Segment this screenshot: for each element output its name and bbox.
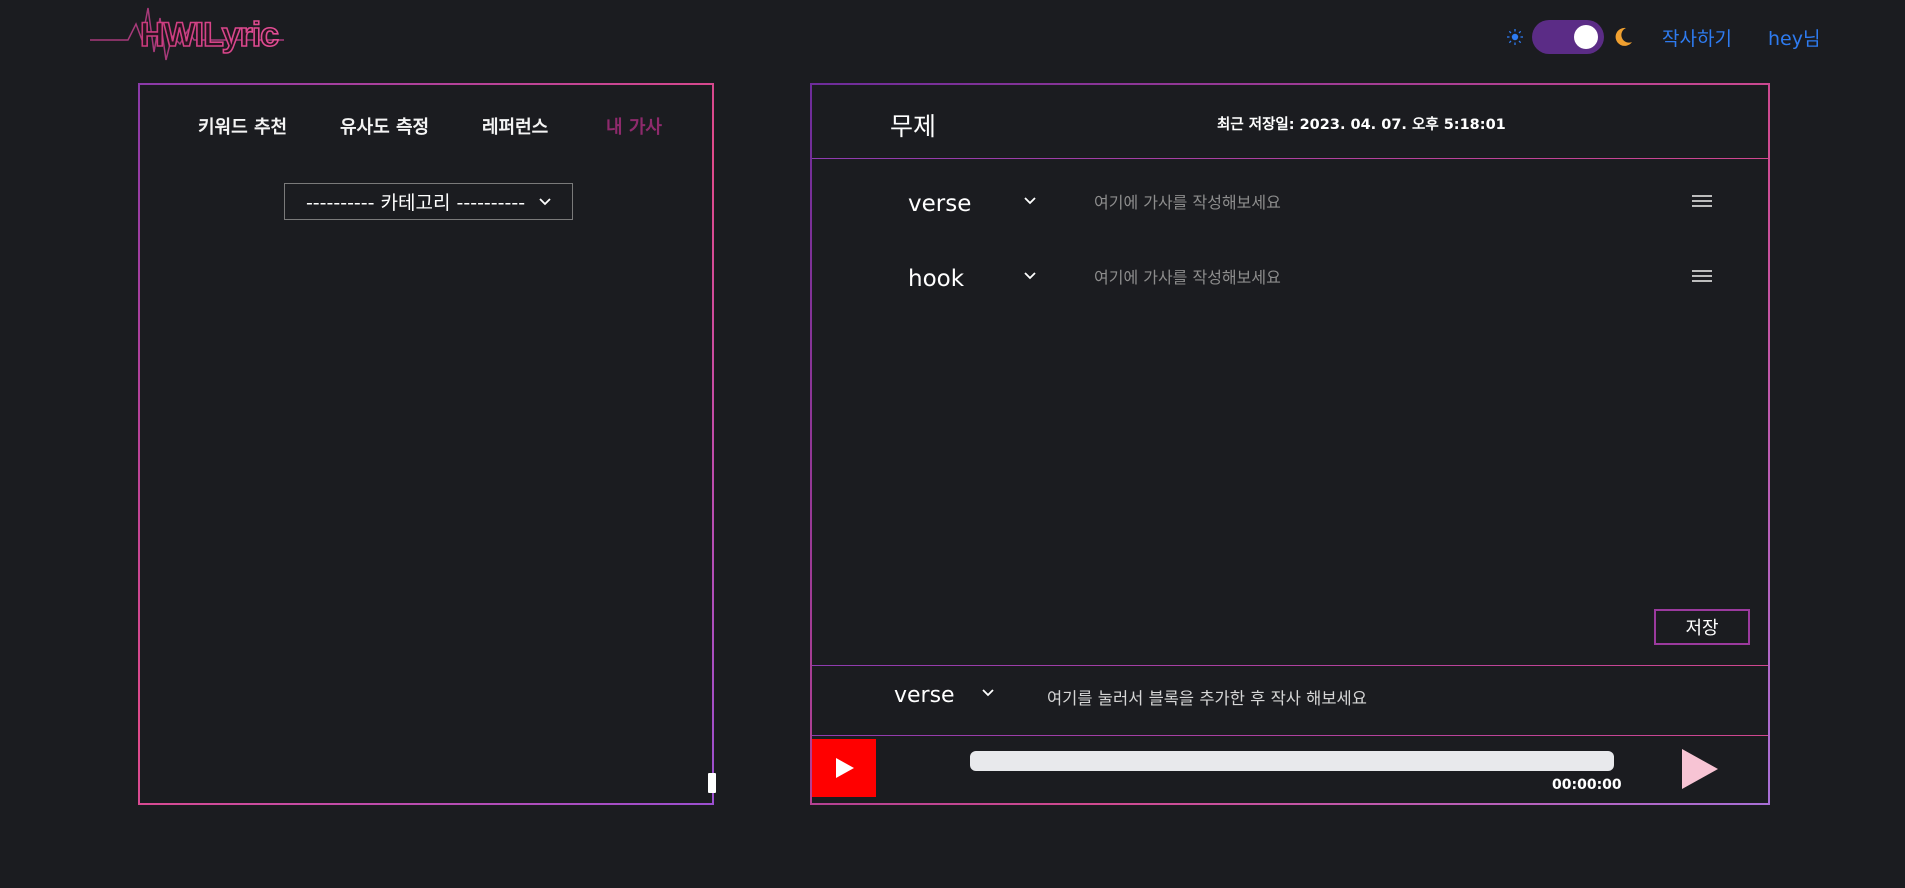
toggle-knob xyxy=(1574,25,1598,49)
logo-text: HWILyric xyxy=(140,16,278,54)
lyric-input[interactable] xyxy=(1094,189,1654,215)
write-lyrics-link[interactable]: 작사하기 xyxy=(1662,24,1732,51)
chevron-down-icon xyxy=(539,197,551,205)
dark-mode-toggle[interactable] xyxy=(1532,20,1604,54)
logo-graphic: HWILyric xyxy=(90,7,284,61)
user-menu-link[interactable]: hey님 xyxy=(1768,24,1820,51)
add-block-hint[interactable]: 여기를 눌러서 블록을 추가한 후 작사 해보세요 xyxy=(1047,685,1367,709)
lyric-block: hook xyxy=(812,260,1768,300)
lyric-block: verse xyxy=(812,185,1768,225)
side-panel-tabs: 키워드 추천 유사도 측정 레퍼런스 내 가사 xyxy=(140,113,712,143)
tab-my-lyrics[interactable]: 내 가사 xyxy=(606,113,662,139)
last-saved-text: 최근 저장일: 2023. 04. 07. 오후 5:18:01 xyxy=(1217,117,1506,133)
playback-time: 00:00:00 xyxy=(1552,777,1622,793)
scrollbar-thumb[interactable] xyxy=(708,773,716,793)
tab-keyword-recommend[interactable]: 키워드 추천 xyxy=(198,113,287,139)
theme-switcher xyxy=(1506,20,1634,54)
sun-icon xyxy=(1507,29,1523,45)
tab-reference[interactable]: 레퍼런스 xyxy=(482,113,548,139)
lyrics-editor: 무제 최근 저장일: 2023. 04. 07. 오후 5:18:01 vers… xyxy=(810,83,1770,805)
drag-handle-icon[interactable] xyxy=(1692,195,1712,211)
category-select[interactable]: ---------- 카테고리 ---------- xyxy=(284,183,573,220)
part-select-label[interactable]: hook xyxy=(908,266,964,292)
drag-handle-icon[interactable] xyxy=(1692,270,1712,286)
save-button[interactable]: 저장 xyxy=(1654,609,1750,645)
lyric-input[interactable] xyxy=(1094,264,1654,290)
tab-similarity[interactable]: 유사도 측정 xyxy=(340,113,429,139)
add-block-part-select[interactable]: verse xyxy=(894,683,955,708)
youtube-button[interactable] xyxy=(812,739,876,797)
progress-bar[interactable] xyxy=(970,751,1614,771)
audio-player: 00:00:00 xyxy=(812,735,1768,803)
divider xyxy=(812,158,1768,159)
moon-icon xyxy=(1615,27,1632,46)
logo[interactable]: HWILyric xyxy=(88,0,288,72)
add-block-row[interactable]: verse 여기를 눌러서 블록을 추가한 후 작사 해보세요 xyxy=(812,663,1768,733)
youtube-play-icon xyxy=(836,758,854,778)
song-title[interactable]: 무제 xyxy=(890,107,936,143)
category-select-value: ---------- 카테고리 ---------- xyxy=(305,192,526,214)
chevron-down-icon[interactable] xyxy=(1024,197,1036,205)
side-panel: 키워드 추천 유사도 측정 레퍼런스 내 가사 ---------- 카테고리 … xyxy=(138,83,716,805)
play-icon[interactable] xyxy=(1678,745,1722,793)
part-select-label[interactable]: verse xyxy=(908,191,971,217)
chevron-down-icon[interactable] xyxy=(982,689,994,697)
chevron-down-icon[interactable] xyxy=(1024,272,1036,280)
